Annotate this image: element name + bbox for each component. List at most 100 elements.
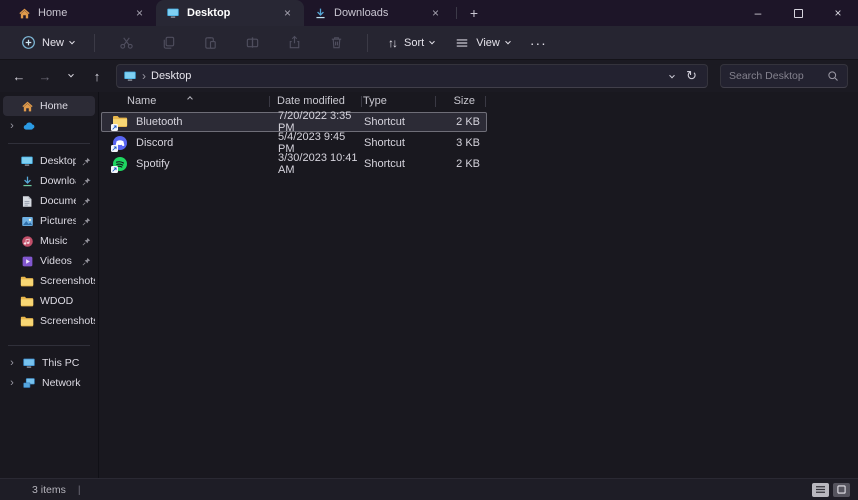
- file-row-discord[interactable]: Discord 5/4/2023 9:45 PM Shortcut 3 KB: [101, 133, 487, 153]
- sidebar-item-screenshots[interactable]: Screenshots: [3, 271, 95, 291]
- this-pc-icon: [22, 356, 36, 370]
- column-header-size[interactable]: Size: [431, 95, 481, 107]
- file-size: 2 KB: [432, 116, 480, 128]
- refresh-button[interactable]: ↻: [686, 68, 697, 84]
- rename-button[interactable]: [233, 30, 271, 56]
- sidebar-item-desktop[interactable]: Desktop: [3, 151, 95, 171]
- see-more-button[interactable]: ···: [522, 35, 555, 51]
- file-row-spotify[interactable]: Spotify 3/30/2023 10:41 AM Shortcut 2 KB: [101, 154, 487, 174]
- pin-icon: [82, 217, 91, 226]
- copy-icon: [160, 35, 176, 51]
- file-explorer-window: Home × Desktop × Downloads × + –: [0, 0, 858, 500]
- tab-label: Home: [38, 7, 126, 19]
- window-controls: – ×: [738, 0, 858, 26]
- column-divider[interactable]: [485, 96, 486, 107]
- large-icons-view-button[interactable]: [833, 483, 850, 497]
- chevron-down-icon: [69, 38, 75, 44]
- column-divider[interactable]: [435, 96, 436, 107]
- new-button[interactable]: New: [12, 30, 82, 56]
- sidebar-item-onedrive[interactable]: ›: [3, 116, 95, 136]
- delete-button[interactable]: [317, 30, 355, 56]
- search-box: [720, 64, 848, 88]
- address-breadcrumb-bar[interactable]: › Desktop ↻: [116, 64, 708, 88]
- chevron-down-icon: [68, 72, 74, 78]
- sidebar-item-downloads[interactable]: Downloads: [3, 171, 95, 191]
- tab-home[interactable]: Home ×: [8, 0, 156, 26]
- sidebar-item-network[interactable]: › Network: [3, 373, 95, 393]
- navigation-pane: Home › Desktop: [0, 92, 99, 478]
- sidebar-item-label: Music: [40, 235, 76, 247]
- folder-icon: [20, 274, 34, 288]
- sort-button-label: Sort: [404, 37, 424, 49]
- share-button[interactable]: [275, 30, 313, 56]
- details-view-button[interactable]: [812, 483, 829, 497]
- column-header-type[interactable]: Type: [357, 95, 431, 107]
- new-tab-button[interactable]: +: [461, 0, 487, 26]
- desktop-icon: [20, 154, 34, 168]
- chevron-right-icon[interactable]: ›: [8, 120, 16, 132]
- back-button[interactable]: ←: [8, 65, 30, 87]
- file-type: Shortcut: [358, 158, 432, 170]
- column-divider[interactable]: [361, 96, 362, 107]
- minimize-button[interactable]: –: [738, 0, 778, 26]
- up-button[interactable]: ↑: [86, 65, 108, 87]
- column-header-date-modified[interactable]: Date modified: [269, 95, 357, 107]
- pin-icon: [82, 237, 91, 246]
- tab-close-icon[interactable]: ×: [429, 6, 442, 20]
- sidebar-item-videos[interactable]: Videos: [3, 251, 95, 271]
- sidebar-item-pictures[interactable]: Pictures: [3, 211, 95, 231]
- document-icon: [20, 194, 34, 208]
- tab-close-icon[interactable]: ×: [133, 6, 146, 20]
- command-toolbar: New: [0, 26, 858, 60]
- sidebar-item-label: Desktop: [40, 155, 76, 167]
- sidebar-item-screenshots-2[interactable]: Screenshots: [3, 311, 95, 331]
- chevron-right-icon[interactable]: ›: [8, 357, 16, 369]
- column-divider[interactable]: [269, 96, 270, 107]
- toolbar-separator: [367, 34, 368, 52]
- pin-icon: [82, 257, 91, 266]
- tab-separator: [456, 7, 457, 19]
- sidebar-item-label: Network: [42, 377, 95, 389]
- file-name: Spotify: [136, 158, 170, 170]
- share-icon: [286, 35, 302, 51]
- view-button[interactable]: View: [446, 30, 518, 56]
- copy-button[interactable]: [149, 30, 187, 56]
- home-icon: [20, 99, 34, 113]
- maximize-button[interactable]: [778, 0, 818, 26]
- sidebar-item-home[interactable]: Home: [3, 96, 95, 116]
- chevron-right-icon[interactable]: ›: [8, 377, 16, 389]
- paste-button[interactable]: [191, 30, 229, 56]
- sidebar-item-documents[interactable]: Documents: [3, 191, 95, 211]
- close-button[interactable]: ×: [818, 0, 858, 26]
- cut-button[interactable]: [107, 30, 145, 56]
- breadcrumb-location[interactable]: Desktop: [151, 70, 191, 82]
- discord-shortcut-icon: [112, 135, 128, 151]
- sort-button[interactable]: ↑↓ Sort: [380, 31, 442, 55]
- search-input[interactable]: [729, 70, 821, 82]
- column-header-name[interactable]: Name: [99, 95, 269, 107]
- toolbar-separator: [94, 34, 95, 52]
- tab-close-icon[interactable]: ×: [281, 6, 294, 20]
- sort-icon: ↑↓: [388, 36, 396, 50]
- rename-icon: [244, 35, 260, 51]
- tab-desktop[interactable]: Desktop ×: [156, 0, 304, 26]
- chevron-down-icon: [505, 38, 511, 44]
- address-bar-row: ← → ↑ › Desktop ↻: [0, 60, 858, 92]
- address-dropdown-button[interactable]: [670, 70, 674, 82]
- trash-icon: [328, 35, 344, 51]
- downloads-icon: [20, 174, 34, 188]
- file-type: Shortcut: [358, 116, 432, 128]
- file-row-bluetooth[interactable]: Bluetooth 7/20/2022 3:35 PM Shortcut 2 K…: [101, 112, 487, 132]
- recent-locations-button[interactable]: [60, 65, 82, 87]
- bluetooth-shortcut-icon: [112, 114, 128, 130]
- file-date-modified: 3/30/2023 10:41 AM: [270, 152, 358, 176]
- sidebar-item-wdod[interactable]: WDOD: [3, 291, 95, 311]
- forward-button[interactable]: →: [34, 65, 56, 87]
- sidebar-item-music[interactable]: Music: [3, 231, 95, 251]
- file-list: Bluetooth 7/20/2022 3:35 PM Shortcut 2 K…: [99, 112, 858, 174]
- sidebar-item-this-pc[interactable]: › This PC: [3, 353, 95, 373]
- shortcut-arrow-icon: [111, 166, 118, 173]
- tab-label: Desktop: [187, 7, 274, 19]
- tab-downloads[interactable]: Downloads ×: [304, 0, 452, 26]
- sidebar-item-label: Downloads: [40, 175, 76, 187]
